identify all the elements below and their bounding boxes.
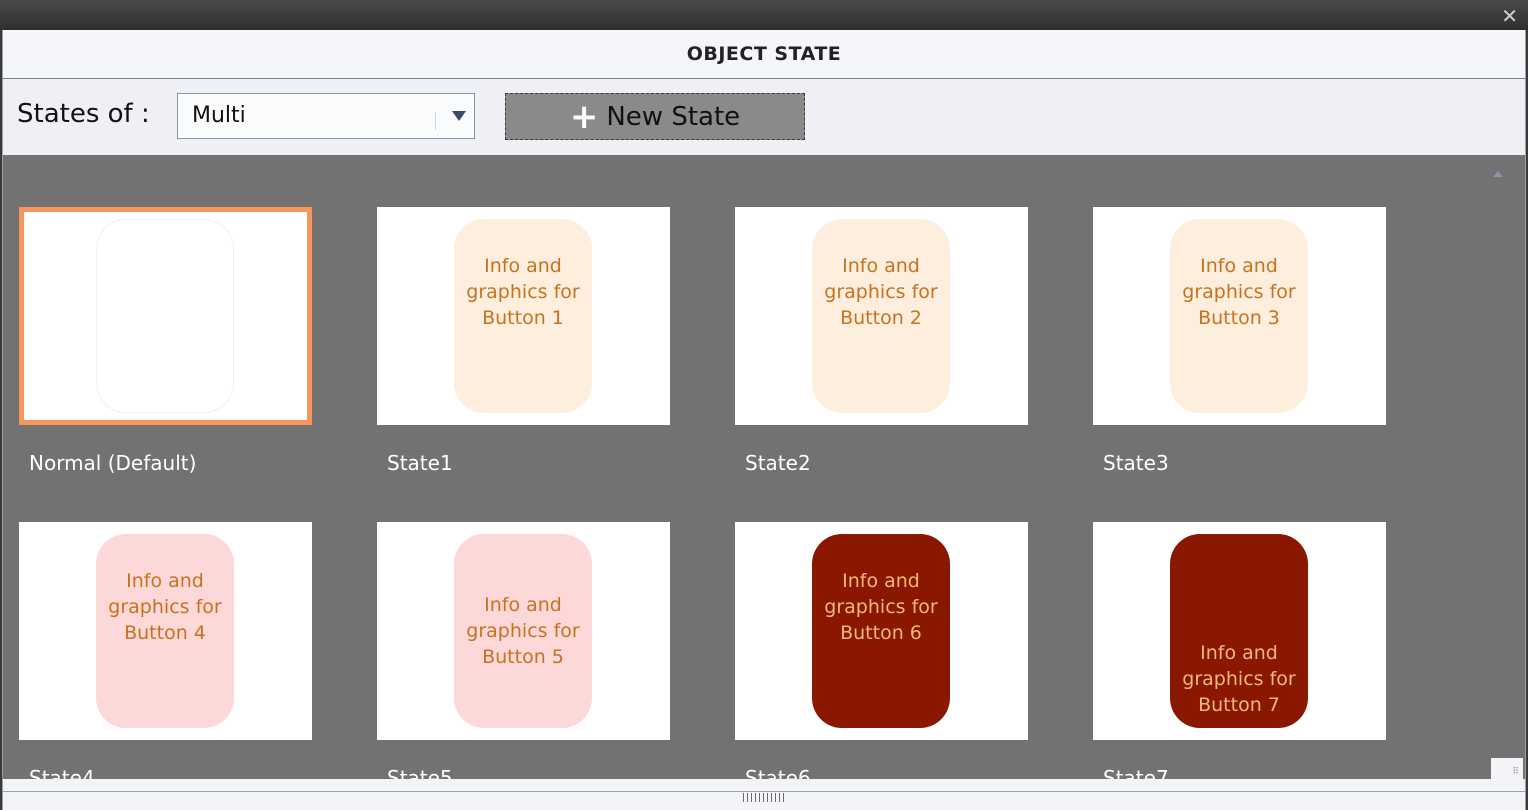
panel-title: OBJECT STATE (686, 43, 842, 65)
state-thumbnail-state4[interactable]: Info and graphics for Button 4 (19, 522, 312, 740)
button-preview-text-line: Button 6 (840, 622, 922, 644)
state-thumbnail-state1[interactable]: Info and graphics for Button 1 (377, 207, 670, 425)
new-state-label: New State (606, 101, 741, 132)
chevron-down-icon[interactable] (452, 111, 466, 121)
states-grid: Normal (Default) Info and graphics for Butt… (3, 155, 1515, 790)
button-preview-text-line: Button 4 (124, 622, 206, 644)
button-preview-text-line: graphics for (1182, 281, 1296, 303)
close-icon[interactable]: ✕ (1501, 4, 1518, 28)
plus-icon: + (569, 96, 599, 137)
button-preview-text-line: graphics for (466, 281, 580, 303)
button-preview-shape: Info and graphics for Button 7 (1170, 534, 1308, 728)
button-preview-text: Info and graphics for Button 1 (466, 253, 579, 331)
resize-grip-icon: ⠿ (1512, 767, 1519, 777)
button-preview-text-line: Info and (126, 570, 204, 592)
state-thumbnail-state3[interactable]: Info and graphics for Button 3 (1093, 207, 1386, 425)
button-preview-shape: Info and graphics for Button 1 (454, 219, 592, 413)
button-preview-shape: Info and graphics for Button 3 (1170, 219, 1308, 413)
button-preview-text-line: graphics for (108, 596, 222, 618)
button-preview-text-line: Button 3 (1198, 307, 1280, 329)
button-preview-text-line: Button 2 (840, 307, 922, 329)
button-preview-text: Info and graphics for Button 7 (1182, 640, 1295, 718)
toolbar: States of : Multi + New State (3, 79, 1525, 155)
button-preview-shape: Info and graphics for Button 4 (96, 534, 234, 728)
resize-grip[interactable]: ⠿ (1491, 758, 1523, 780)
button-preview-shape: Info and graphics for Button 2 (812, 219, 950, 413)
states-of-select-value: Multi (192, 103, 246, 128)
divider (3, 791, 1525, 792)
button-preview-text: Info and graphics for Button 2 (824, 253, 937, 331)
button-preview-text: Info and graphics for Button 4 (108, 568, 221, 646)
button-preview-text: Info and graphics for Button 6 (824, 568, 937, 646)
button-preview-text-line: Button 7 (1198, 694, 1280, 716)
button-preview-shape: Info and graphics for Button 5 (454, 534, 592, 728)
button-preview-text-line: graphics for (824, 596, 938, 618)
button-preview-text: Info and graphics for Button 3 (1182, 253, 1295, 331)
state-label: Normal (Default) (29, 451, 197, 475)
state-thumbnail-state6[interactable]: Info and graphics for Button 6 (735, 522, 1028, 740)
state-thumbnail-state5[interactable]: Info and graphics for Button 5 (377, 522, 670, 740)
button-preview-text-line: Info and (842, 570, 920, 592)
button-preview-shape: Info and graphics for Button 6 (812, 534, 950, 728)
button-preview-text-line: Button 1 (482, 307, 564, 329)
state-thumbnail-state7[interactable]: Info and graphics for Button 7 (1093, 522, 1386, 740)
panel-header: OBJECT STATE (3, 30, 1525, 79)
state-label: State1 (387, 451, 453, 475)
scroll-up-icon[interactable] (1493, 171, 1503, 177)
button-preview-text: Info and graphics for Button 5 (466, 592, 579, 670)
state-thumbnail-normal[interactable] (19, 207, 312, 425)
new-state-button[interactable]: + New State (505, 93, 805, 140)
select-divider (435, 112, 436, 130)
button-preview-text-line: Button 5 (482, 646, 564, 668)
button-preview-text-line: Info and (484, 594, 562, 616)
button-preview-text-line: Info and (1200, 642, 1278, 664)
button-preview-text-line: graphics for (466, 620, 580, 642)
vertical-scrollbar[interactable] (1515, 155, 1525, 779)
state-label: State2 (745, 451, 811, 475)
bottom-resize-bar (3, 779, 1525, 810)
button-preview-shape (96, 219, 234, 413)
button-preview-text-line: graphics for (1182, 668, 1296, 690)
button-preview-text-line: Info and (842, 255, 920, 277)
state-label: State3 (1103, 451, 1169, 475)
state-thumbnail-state2[interactable]: Info and graphics for Button 2 (735, 207, 1028, 425)
states-of-label: States of : (17, 99, 150, 129)
resize-handle-icon[interactable] (743, 793, 787, 802)
button-preview-text-line: Info and (484, 255, 562, 277)
button-preview-text-line: Info and (1200, 255, 1278, 277)
window-titlebar: ✕ (0, 0, 1528, 30)
object-state-panel: OBJECT STATE States of : Multi + New Sta… (2, 30, 1526, 810)
states-of-select[interactable]: Multi (177, 93, 475, 139)
button-preview-text-line: graphics for (824, 281, 938, 303)
